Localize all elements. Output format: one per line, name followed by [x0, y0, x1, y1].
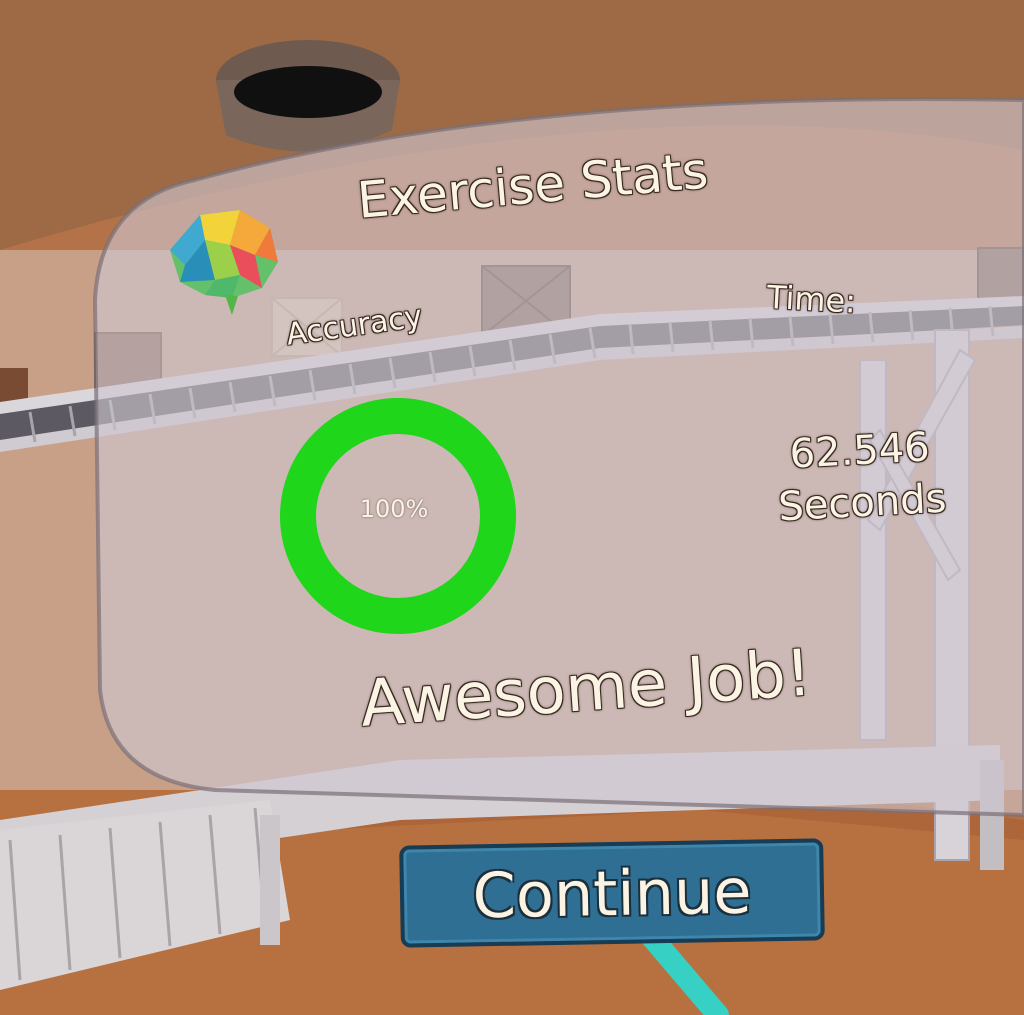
ceiling-light — [216, 40, 400, 152]
time-label: Time: — [766, 278, 857, 321]
continue-button[interactable]: Continue — [399, 838, 825, 948]
time-readout: 62.546 Seconds — [733, 419, 988, 536]
accuracy-value: 100% — [359, 495, 429, 523]
continue-button-label: Continue — [471, 854, 753, 932]
